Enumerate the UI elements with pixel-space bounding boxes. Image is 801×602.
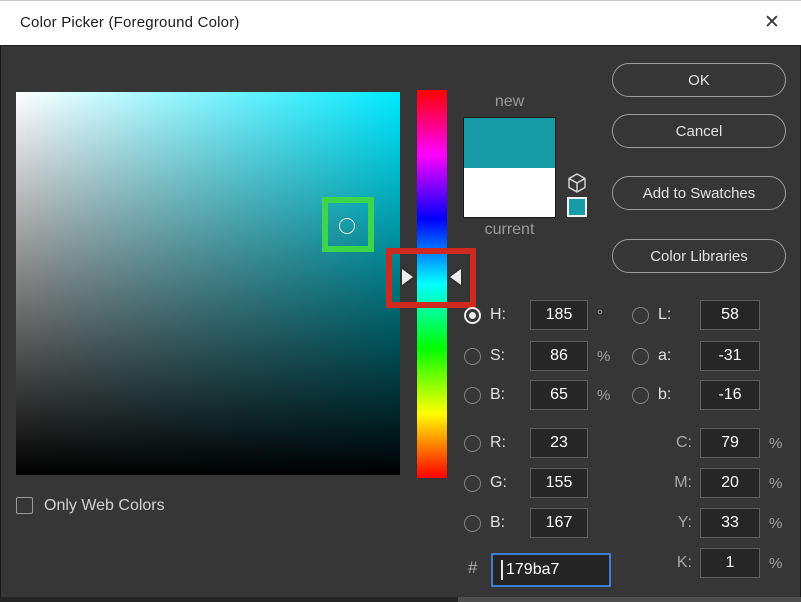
input-s[interactable] xyxy=(530,341,588,371)
only-web-colors-label: Only Web Colors xyxy=(44,497,165,515)
unit-b: % xyxy=(597,387,610,404)
row-yellow: Y: % xyxy=(632,508,782,538)
radio-b[interactable] xyxy=(464,387,481,404)
radio-l[interactable] xyxy=(632,307,649,324)
title-bar: Color Picker (Foreground Color) ✕ xyxy=(0,0,801,45)
label-s: S: xyxy=(490,347,522,365)
label-a: a: xyxy=(658,347,692,365)
text-caret xyxy=(501,560,503,580)
row-saturation: S: % xyxy=(464,341,610,371)
radio-b2[interactable] xyxy=(464,515,481,532)
gamut-cube-icon[interactable] xyxy=(565,171,589,195)
row-lab-a: a: xyxy=(632,341,760,371)
row-black: K: % xyxy=(632,548,782,578)
new-color-label: new xyxy=(463,93,556,111)
only-web-colors-checkbox[interactable] xyxy=(16,497,33,514)
row-hue: H: ° xyxy=(464,300,603,330)
cancel-button[interactable]: Cancel xyxy=(612,114,786,148)
input-h[interactable] xyxy=(530,300,588,330)
add-to-swatches-button[interactable]: Add to Swatches xyxy=(612,176,786,210)
input-a[interactable] xyxy=(700,341,760,371)
dialog-title: Color Picker (Foreground Color) xyxy=(20,0,240,45)
row-brightness: B: % xyxy=(464,380,610,410)
label-l: L: xyxy=(658,306,692,324)
input-b[interactable] xyxy=(530,380,588,410)
row-green: G: xyxy=(464,468,588,498)
label-y: Y: xyxy=(658,514,692,532)
label-b: B: xyxy=(490,386,522,404)
row-blue: B: xyxy=(464,508,588,538)
label-g: G: xyxy=(490,474,522,492)
input-r[interactable] xyxy=(530,428,588,458)
hex-hash-label: # xyxy=(468,558,477,578)
radio-h[interactable] xyxy=(464,307,481,324)
input-l[interactable] xyxy=(700,300,760,330)
row-lab-b: b: xyxy=(632,380,760,410)
unit-h: ° xyxy=(597,307,603,324)
radio-r[interactable] xyxy=(464,435,481,452)
unit-y: % xyxy=(769,515,782,532)
label-lab-b: b: xyxy=(658,386,692,404)
color-preview-swatch xyxy=(463,117,556,218)
input-b2[interactable] xyxy=(530,508,588,538)
input-m[interactable] xyxy=(700,468,760,498)
current-color-swatch xyxy=(464,168,555,218)
hex-input[interactable] xyxy=(491,553,611,587)
color-field-cursor[interactable] xyxy=(339,218,355,234)
label-c: C: xyxy=(658,434,692,452)
unit-m: % xyxy=(769,475,782,492)
radio-s[interactable] xyxy=(464,348,481,365)
bottom-edge-dark xyxy=(0,597,458,602)
color-libraries-button[interactable]: Color Libraries xyxy=(612,239,786,273)
label-b2: B: xyxy=(490,514,522,532)
input-k[interactable] xyxy=(700,548,760,578)
input-y[interactable] xyxy=(700,508,760,538)
hue-slider[interactable] xyxy=(417,90,447,478)
web-safe-color-swatch[interactable] xyxy=(567,197,587,217)
unit-s: % xyxy=(597,348,610,365)
radio-g[interactable] xyxy=(464,475,481,492)
row-lab-l: L: xyxy=(632,300,760,330)
input-c[interactable] xyxy=(700,428,760,458)
label-h: H: xyxy=(490,306,522,324)
unit-c: % xyxy=(769,435,782,452)
unit-k: % xyxy=(769,555,782,572)
hue-slider-arrow-left[interactable] xyxy=(402,269,413,285)
radio-a[interactable] xyxy=(632,348,649,365)
hue-slider-arrow-right[interactable] xyxy=(450,269,461,285)
color-picker-dialog: Color Picker (Foreground Color) ✕ new cu… xyxy=(0,0,801,602)
radio-lab-b[interactable] xyxy=(632,387,649,404)
input-lab-b[interactable] xyxy=(700,380,760,410)
row-red: R: xyxy=(464,428,588,458)
ok-button[interactable]: OK xyxy=(612,63,786,97)
new-color-swatch xyxy=(464,118,555,168)
close-icon[interactable]: ✕ xyxy=(755,0,789,45)
label-m: M: xyxy=(658,474,692,492)
input-g[interactable] xyxy=(530,468,588,498)
label-k: K: xyxy=(658,554,692,572)
current-color-label: current xyxy=(463,221,556,239)
label-r: R: xyxy=(490,434,522,452)
row-cyan: C: % xyxy=(632,428,782,458)
bottom-edge-light xyxy=(458,597,801,602)
row-magenta: M: % xyxy=(632,468,782,498)
saturation-brightness-field[interactable] xyxy=(16,92,400,475)
